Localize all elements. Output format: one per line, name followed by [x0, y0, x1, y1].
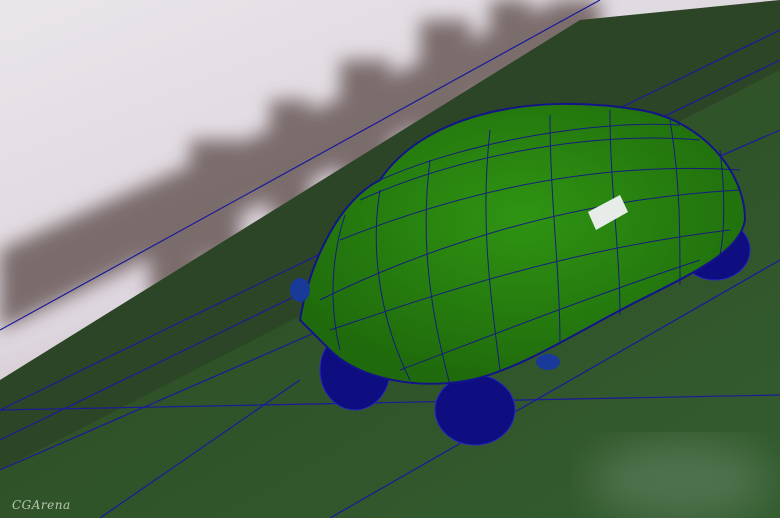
watermark-logo: CGArena	[12, 498, 71, 512]
render-viewport: CGArena	[0, 0, 780, 518]
car-wireframe-render	[0, 0, 780, 518]
